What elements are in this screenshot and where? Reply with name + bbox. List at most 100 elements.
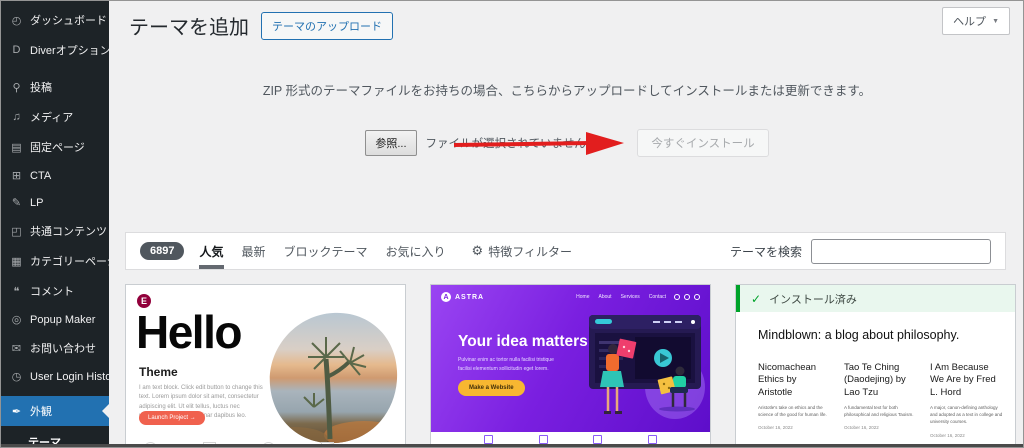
astra-nav-about: About bbox=[598, 294, 612, 300]
upload-form: 参照... ファイルが選択されていません。 今すぐインストール bbox=[109, 129, 1023, 157]
sidebar-item-label: 投稿 bbox=[30, 82, 52, 94]
astra-logo-icon: A bbox=[441, 292, 451, 302]
astra-nav-home: Home bbox=[576, 294, 590, 300]
sidebar-item-contact[interactable]: ✉ お問い合わせ bbox=[1, 333, 109, 363]
theme-search: テーマを検索 bbox=[729, 238, 991, 264]
astra-brand-name: ASTRA bbox=[455, 293, 485, 301]
sidebar-item-label: カテゴリーページ bbox=[30, 256, 118, 268]
post-date: October 16, 2022 bbox=[930, 432, 965, 438]
sidebar-item-category-page[interactable]: ▦ カテゴリーページ bbox=[1, 246, 117, 276]
hello-photo-blob bbox=[269, 312, 398, 444]
sidebar-separator bbox=[1, 65, 109, 72]
install-now-button[interactable]: 今すぐインストール bbox=[637, 129, 769, 157]
sidebar-item-label: Popup Maker bbox=[30, 313, 96, 326]
installed-notice: ✓ インストール済み bbox=[736, 285, 1015, 312]
theme-card-hello-elementor[interactable]: E Hello Theme I am text block. Click edi… bbox=[125, 284, 406, 447]
active-item-notch bbox=[95, 404, 109, 418]
post-excerpt: Aristotle's take on ethics and the scien… bbox=[758, 405, 827, 418]
astra-social-icons bbox=[674, 294, 700, 300]
post-excerpt: A fundamental text for both philosophica… bbox=[844, 405, 914, 418]
upload-description: ZIP 形式のテーマファイルをお持ちの場合、こちらからアップロードしてインストー… bbox=[262, 84, 872, 98]
clock-icon: ◷ bbox=[11, 371, 22, 383]
pin-icon: ⚲ bbox=[12, 81, 21, 94]
post-date: October 16, 2022 bbox=[844, 425, 879, 431]
mindblown-posts: Nicomachean Ethics by Aristotle Aristotl… bbox=[758, 362, 1003, 438]
theme-filter-bar: 6897 人気 最新 ブロックテーマ お気に入り ⚙ 特徴フィルター テーマを検… bbox=[125, 232, 1006, 270]
sidebar-item-media[interactable]: ♫ メディア bbox=[1, 102, 109, 132]
post-column: Tao Te Ching (Daodejing) by Lao Tzu A fu… bbox=[844, 362, 917, 438]
post-date: October 16, 2022 bbox=[758, 425, 793, 431]
help-button[interactable]: ヘルプ ▼ bbox=[942, 7, 1010, 35]
tab-popular[interactable]: 人気 bbox=[199, 233, 224, 269]
sidebar-item-label: 外観 bbox=[30, 406, 52, 418]
media-icon: ♫ bbox=[12, 111, 21, 123]
hello-theme-title: Hello bbox=[136, 306, 242, 358]
tab-latest[interactable]: 最新 bbox=[242, 233, 266, 269]
tab-block-themes[interactable]: ブロックテーマ bbox=[284, 233, 368, 269]
help-label: ヘルプ bbox=[953, 16, 987, 28]
sidebar-item-label: User Login History bbox=[30, 370, 121, 383]
feature-filter-toggle[interactable]: ⚙ 特徴フィルター bbox=[472, 243, 572, 260]
theme-count-badge: 6897 bbox=[140, 242, 185, 260]
sidebar-item-posts[interactable]: ⚲ 投稿 bbox=[1, 72, 109, 102]
admin-sidebar: ◴ ダッシュボード D Diverオプション ⚲ 投稿 ♫ メディア ▤ 固定ペ… bbox=[1, 1, 121, 447]
tab-favorites[interactable]: お気に入り bbox=[386, 233, 446, 269]
facebook-icon bbox=[684, 294, 690, 300]
hello-launch-button: Launch Project → bbox=[139, 411, 205, 425]
theme-card-installed[interactable]: ✓ インストール済み Mindblown: a blog about philo… bbox=[735, 284, 1016, 447]
feature-filter-label: 特徴フィルター bbox=[488, 244, 572, 259]
sidebar-item-lp[interactable]: ✎ LP bbox=[1, 189, 109, 216]
astra-nav-contact: Contact bbox=[648, 294, 666, 300]
sidebar-item-cta[interactable]: ⊞ CTA bbox=[1, 162, 109, 189]
feature-icon bbox=[648, 435, 658, 444]
sidebar-item-comments[interactable]: ❝ コメント bbox=[1, 276, 109, 306]
sidebar-item-diver-options[interactable]: D Diverオプション bbox=[1, 35, 111, 65]
sidebar-item-label: 共通コンテンツ bbox=[30, 226, 107, 238]
post-title: Nicomachean Ethics by Aristotle bbox=[758, 362, 817, 398]
post-title: I Am Because We Are by Fred L. Hord bbox=[930, 362, 996, 398]
page-title: テーマを追加 bbox=[129, 17, 249, 39]
astra-nav-services: Services bbox=[620, 294, 640, 300]
twitter-icon bbox=[694, 294, 700, 300]
hello-theme-subtitle: Theme bbox=[139, 365, 178, 379]
cta-icon: ⊞ bbox=[11, 170, 22, 182]
sidebar-item-shared-content[interactable]: ◰ 共通コンテンツ bbox=[1, 216, 109, 246]
feature-icon bbox=[538, 435, 548, 444]
installed-label: インストール済み bbox=[769, 293, 857, 306]
sidebar-item-label: お問い合わせ bbox=[30, 343, 96, 355]
sidebar-item-appearance[interactable]: ✒ 外観 bbox=[1, 396, 109, 426]
theme-card-astra[interactable]: A ASTRA Home About Services Contact Your… bbox=[430, 284, 711, 447]
sidebar-item-popup-maker[interactable]: ◎ Popup Maker bbox=[1, 306, 109, 333]
brush-icon: ✒ bbox=[11, 405, 22, 418]
upload-theme-button[interactable]: テーマのアップロード bbox=[261, 11, 393, 40]
sidebar-item-label: 固定ページ bbox=[30, 142, 85, 154]
sidebar-item-pages[interactable]: ▤ 固定ページ bbox=[1, 132, 109, 162]
post-column: Nicomachean Ethics by Aristotle Aristotl… bbox=[758, 362, 831, 438]
pencil-icon: ✎ bbox=[11, 197, 22, 209]
page-icon: ▤ bbox=[11, 141, 22, 154]
search-label: テーマを検索 bbox=[729, 244, 802, 259]
sidebar-item-label: Diverオプション bbox=[30, 45, 111, 57]
gear-icon: ⚙ bbox=[471, 243, 484, 258]
post-excerpt: A major, canon-defining anthology and ad… bbox=[930, 405, 1003, 425]
sidebar-item-dashboard[interactable]: ◴ ダッシュボード bbox=[1, 5, 109, 35]
popup-maker-icon: ◎ bbox=[11, 314, 22, 326]
sidebar-item-label: LP bbox=[30, 196, 44, 209]
instagram-icon bbox=[674, 294, 680, 300]
dashboard-icon: ◴ bbox=[11, 14, 22, 27]
wordpress-admin-page: ◴ ダッシュボード D Diverオプション ⚲ 投稿 ♫ メディア ▤ 固定ペ… bbox=[0, 0, 1024, 448]
grid-icon: ▦ bbox=[11, 255, 22, 268]
astra-body-text: Pulvinar enim ac tortor nulla facilisi t… bbox=[458, 357, 554, 372]
screenshot-bottom-edge bbox=[1, 444, 1023, 447]
sidebar-item-label: メディア bbox=[30, 112, 74, 124]
sidebar-item-label: CTA bbox=[30, 169, 52, 182]
comment-icon: ❝ bbox=[13, 285, 20, 298]
search-input[interactable] bbox=[811, 238, 991, 264]
browse-file-button[interactable]: 参照... bbox=[365, 130, 417, 156]
folder-icon: ◰ bbox=[11, 225, 22, 238]
diver-icon: D bbox=[12, 44, 21, 56]
chevron-down-icon: ▼ bbox=[992, 17, 999, 25]
sidebar-item-user-login-history[interactable]: ◷ User Login History bbox=[1, 363, 121, 390]
mail-icon: ✉ bbox=[11, 342, 22, 355]
check-icon: ✓ bbox=[751, 291, 762, 306]
